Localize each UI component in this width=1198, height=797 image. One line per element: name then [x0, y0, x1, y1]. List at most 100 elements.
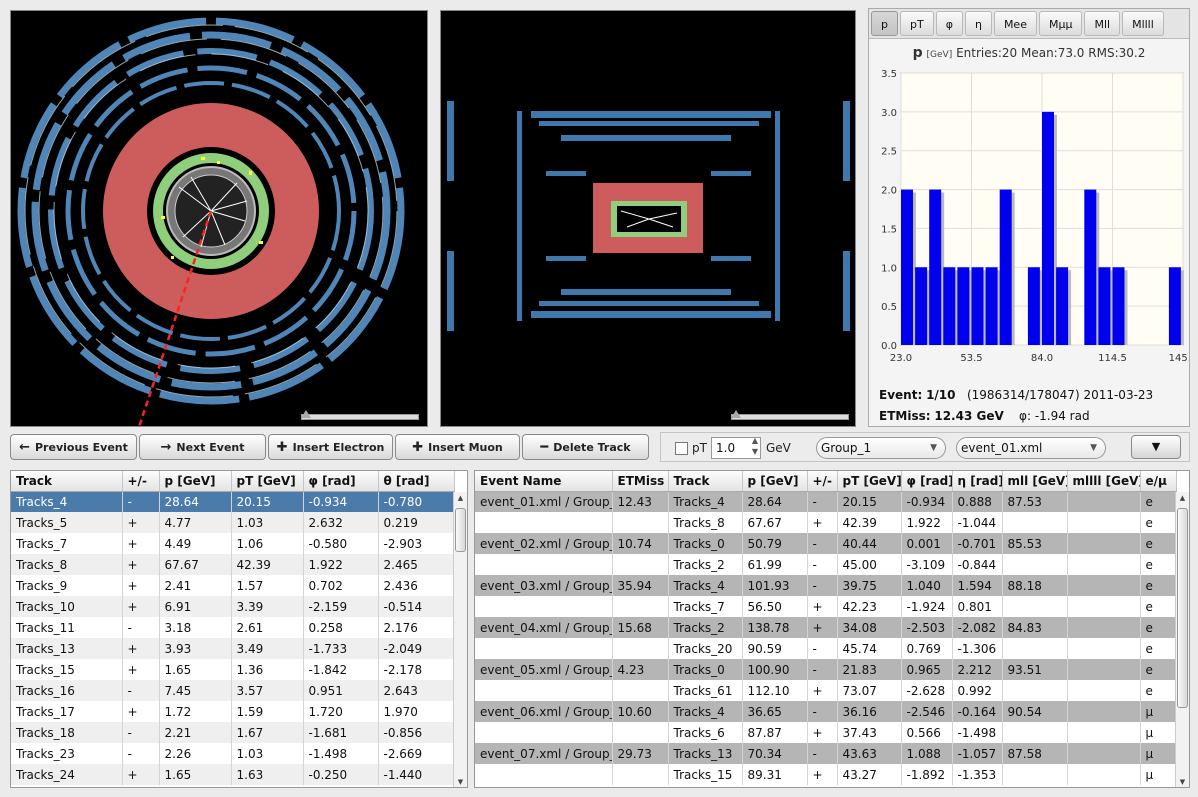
- scroll-up-icon[interactable]: ▲: [1176, 492, 1189, 504]
- event-row[interactable]: event_05.xml / Group_ 4.23 Tracks_0 100.90-…: [475, 659, 1177, 680]
- event-row[interactable]: event_03.xml / Group_ 35.94 Tracks_4 101.93…: [475, 575, 1177, 596]
- col-header-pt[interactable]: pT [GeV]: [837, 471, 902, 492]
- event-cell: [1002, 638, 1068, 659]
- col-header-track[interactable]: Track: [11, 471, 123, 492]
- col-header-phi[interactable]: φ [rad]: [901, 471, 953, 492]
- event-value: 1/10: [926, 388, 956, 402]
- event-row[interactable]: Tracks_8 67.67 +42.39 1.922 -1.044 e: [475, 512, 1177, 533]
- track-cell: Tracks_13: [11, 638, 123, 659]
- pt-threshold-value: 1.0: [716, 441, 736, 455]
- col-header-p[interactable]: p [GeV]: [742, 471, 808, 492]
- zoom-thumb-rz[interactable]: [731, 410, 741, 418]
- scroll-down-icon[interactable]: ▼: [454, 776, 467, 787]
- track-row[interactable]: Tracks_15 +1.65 1.36 -1.842 -2.178: [11, 659, 455, 680]
- track-cell: 6.91: [159, 596, 232, 617]
- col-header-flavour[interactable]: e/μ: [1140, 471, 1177, 492]
- track-row[interactable]: Tracks_24 +1.65 1.63 -0.250 -1.440: [11, 764, 455, 785]
- spinner-arrows-icon[interactable]: ▲ ▼: [752, 435, 758, 457]
- group-select[interactable]: Group_1 ▼: [816, 437, 946, 459]
- event-row[interactable]: event_01.xml / Group_ 12.43 Tracks_4 28.64-…: [475, 491, 1177, 512]
- col-header-etmiss[interactable]: ETMiss [: [612, 471, 669, 492]
- event-cell: -: [807, 554, 838, 575]
- events-table-scroll-thumb[interactable]: [1177, 508, 1188, 708]
- event-row[interactable]: event_06.xml / Group_ 10.60 Tracks_4 36.65-…: [475, 701, 1177, 722]
- col-header-charge[interactable]: +/-: [122, 471, 160, 492]
- col-header-charge[interactable]: +/-: [807, 471, 838, 492]
- options-menu-button[interactable]: ▼: [1131, 435, 1181, 459]
- event-cell: event_02.xml / Group_: [475, 533, 613, 554]
- event-row[interactable]: event_07.xml / Group_ 29.73 Tracks_13 70.34…: [475, 743, 1177, 764]
- event-row[interactable]: Tracks_61 112.10 +73.07 -2.628 0.992 e: [475, 680, 1177, 701]
- delete-track-button[interactable]: ━ Delete Track: [522, 434, 649, 460]
- col-header-mllll[interactable]: mllll [GeV]: [1067, 471, 1141, 492]
- zoom-slider-xy[interactable]: [301, 414, 419, 420]
- col-header-pt[interactable]: pT [GeV]: [231, 471, 304, 492]
- track-row[interactable]: Tracks_4-28.64 20.15 -0.934 -0.780: [11, 491, 455, 512]
- col-header-theta[interactable]: θ [rad]: [378, 471, 455, 492]
- event-row[interactable]: event_04.xml / Group_ 15.68 Tracks_2 138.78…: [475, 617, 1177, 638]
- event-row[interactable]: Tracks_15 89.31 +43.27 -1.892 -1.353 μ: [475, 764, 1177, 785]
- track-row[interactable]: Tracks_8 +67.67 42.39 1.922 2.465: [11, 554, 455, 575]
- event-cell: [1067, 680, 1141, 701]
- event-cell: -1.892: [901, 764, 953, 785]
- event-cell: μ: [1140, 722, 1177, 743]
- track-table-scrollbar[interactable]: ▲ ▼: [453, 492, 467, 787]
- scroll-up-icon[interactable]: ▲: [454, 492, 467, 504]
- arrow-right-icon: →: [160, 439, 172, 455]
- pt-threshold-spinner[interactable]: 1.0 ▲ ▼: [711, 435, 761, 459]
- track-cell: 3.39: [231, 596, 304, 617]
- col-header-eta[interactable]: η [rad]: [952, 471, 1003, 492]
- track-cell: +: [122, 554, 160, 575]
- insert-electron-button[interactable]: ✚ Insert Electron: [268, 434, 393, 460]
- detector-view-transverse[interactable]: [10, 10, 428, 428]
- event-row[interactable]: Tracks_2 61.99-45.00 -3.109 -0.844 e: [475, 554, 1177, 575]
- col-header-track[interactable]: Track: [668, 471, 743, 492]
- event-row[interactable]: Tracks_7 56.50 +42.23 -1.924 0.801 e: [475, 596, 1177, 617]
- previous-event-button[interactable]: ← Previous Event: [10, 434, 137, 460]
- col-header-mll[interactable]: mll [GeV]: [1002, 471, 1068, 492]
- zoom-slider-rz[interactable]: [731, 414, 849, 420]
- insert-muon-button[interactable]: ✚ Insert Muon: [395, 434, 520, 460]
- event-file-select[interactable]: event_01.xml ▼: [956, 437, 1106, 459]
- track-row[interactable]: Tracks_17 +1.72 1.59 1.720 1.970: [11, 701, 455, 722]
- event-cell: -: [807, 743, 838, 764]
- event-cell: 90.59: [742, 638, 808, 659]
- event-cell: -3.109: [901, 554, 953, 575]
- track-row[interactable]: Tracks_7 +4.49 1.06 -0.580 -2.903: [11, 533, 455, 554]
- zoom-thumb-xy[interactable]: [301, 410, 311, 418]
- event-cell: 4.23: [612, 659, 669, 680]
- track-row[interactable]: Tracks_16-7.45 3.57 0.951 2.643: [11, 680, 455, 701]
- event-row[interactable]: event_02.xml / Group_ 10.74 Tracks_0 50.79-…: [475, 533, 1177, 554]
- event-cell: 43.63: [837, 743, 902, 764]
- pt-filter-checkbox[interactable]: [675, 442, 688, 455]
- event-cell: [1002, 764, 1068, 785]
- tab-3[interactable]: η: [964, 11, 992, 36]
- track-row[interactable]: Tracks_11-3.18 2.61 0.258 2.176: [11, 617, 455, 638]
- detector-view-longitudinal[interactable]: [440, 10, 856, 427]
- track-row[interactable]: Tracks_10 +6.91 3.39 -2.159 -0.514: [11, 596, 455, 617]
- tab-2[interactable]: φ: [935, 11, 963, 36]
- event-cell: 87.53: [1002, 491, 1068, 512]
- track-table-scroll-thumb[interactable]: [455, 508, 466, 552]
- event-row[interactable]: Tracks_6 87.87 +37.43 0.566 -1.498 μ: [475, 722, 1177, 743]
- tab-7[interactable]: Mllll: [1122, 11, 1164, 36]
- track-row[interactable]: Tracks_9 +2.41 1.57 0.702 2.436: [11, 575, 455, 596]
- event-row[interactable]: Tracks_20 90.59-45.74 0.769 -1.306 e: [475, 638, 1177, 659]
- tab-4[interactable]: Mee: [993, 11, 1037, 36]
- track-row[interactable]: Tracks_18-2.21 1.67 -1.681 -0.856: [11, 722, 455, 743]
- next-event-button[interactable]: → Next Event: [139, 434, 266, 460]
- scroll-down-icon[interactable]: ▼: [1176, 776, 1189, 787]
- track-row[interactable]: Tracks_13 +3.93 3.49 -1.733 -2.049: [11, 638, 455, 659]
- track-row[interactable]: Tracks_23-2.26 1.03 -1.498 -2.669: [11, 743, 455, 764]
- col-header-event-name[interactable]: Event Name: [475, 471, 613, 492]
- col-header-phi[interactable]: φ [rad]: [303, 471, 379, 492]
- events-table: Event Name ETMiss [ Track p [GeV] +/- pT…: [475, 471, 1177, 785]
- tab-6[interactable]: Mll: [1084, 11, 1121, 36]
- track-row[interactable]: Tracks_5 +4.77 1.03 2.632 0.219: [11, 512, 455, 533]
- events-table-scrollbar[interactable]: ▲ ▼: [1175, 492, 1189, 787]
- tab-1[interactable]: pT: [899, 11, 934, 36]
- event-cell: [475, 638, 613, 659]
- tab-5[interactable]: Mμμ: [1038, 11, 1083, 36]
- tab-0[interactable]: p: [871, 11, 898, 36]
- col-header-p[interactable]: p [GeV]: [159, 471, 232, 492]
